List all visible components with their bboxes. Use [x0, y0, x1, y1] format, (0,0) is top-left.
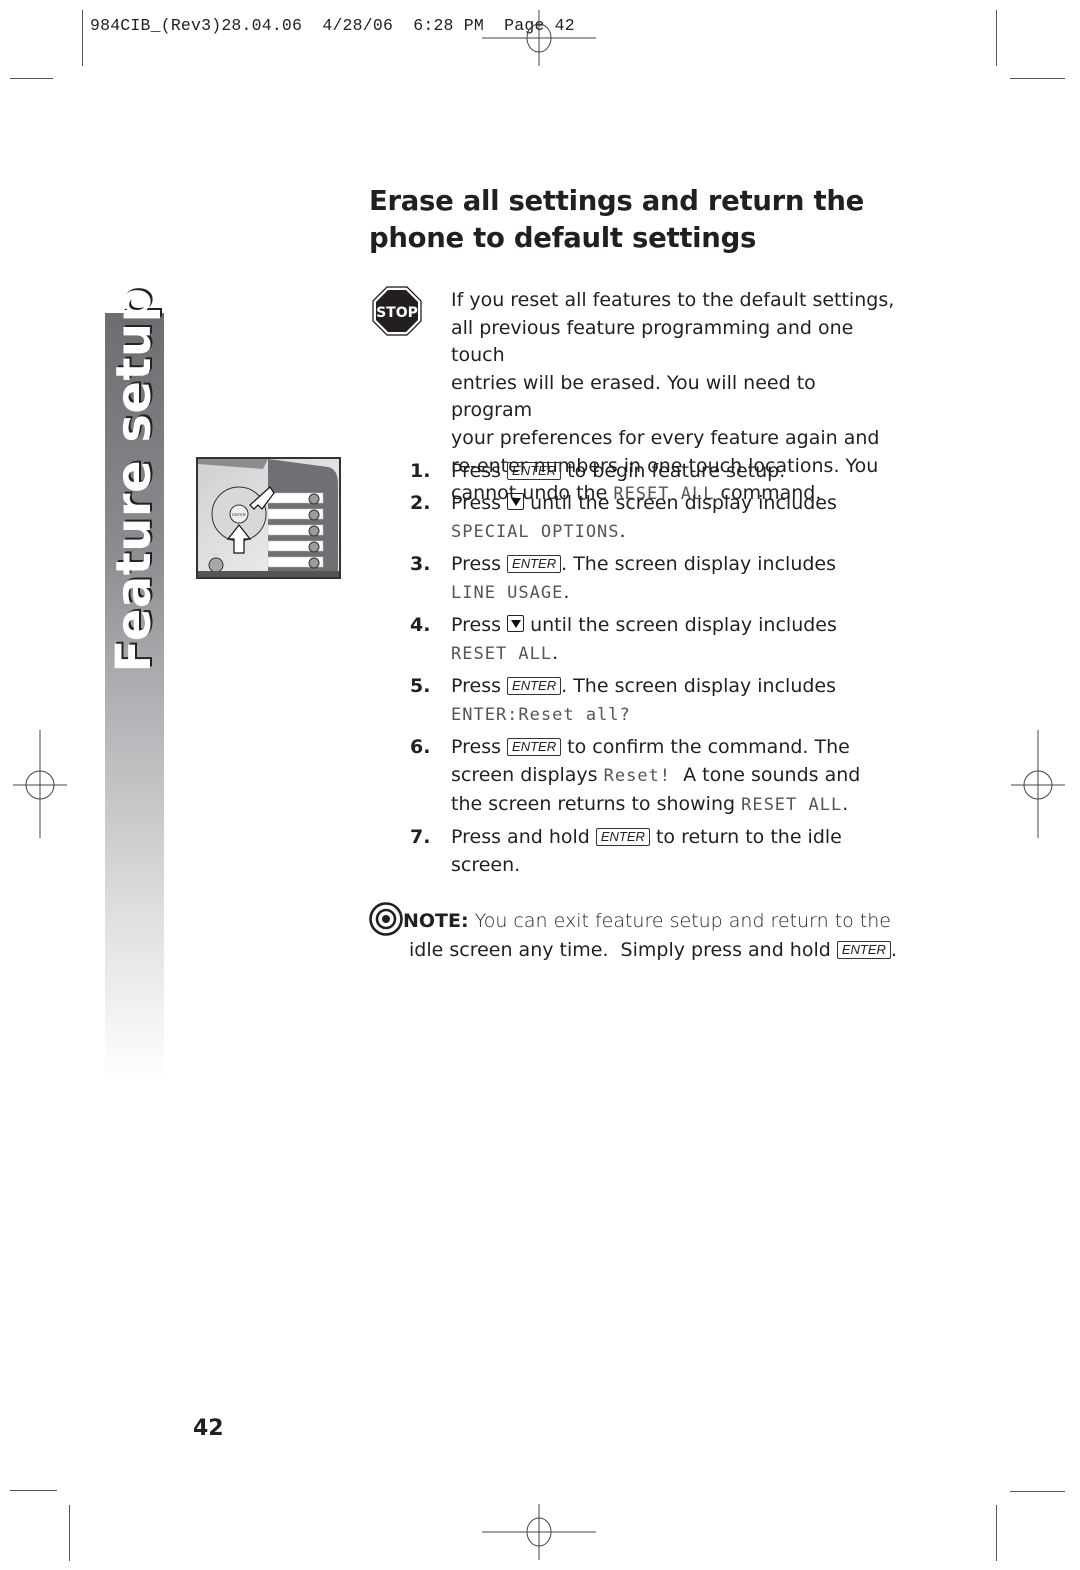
step-item: 2. Press until the screen display includ… [410, 489, 880, 546]
step-item: 6. Press ENTER to confirm the command. T… [410, 733, 880, 819]
lcd-text: LINE USAGE [451, 583, 564, 603]
text: screen. [451, 854, 521, 876]
text: to begin feature setup. [561, 460, 786, 482]
text: idle screen any time. Simply press and h… [409, 939, 837, 961]
step-item: 4. Press until the screen display includ… [410, 611, 880, 668]
step-item: 5. Press ENTER. The screen display inclu… [410, 672, 880, 729]
down-arrow-key-icon [507, 493, 525, 510]
text: . [619, 520, 626, 542]
text: until the screen display includes [524, 614, 837, 636]
warning-line: If you reset all features to the default… [451, 289, 895, 311]
crop-mark [82, 10, 83, 66]
registration-mark-icon [13, 730, 67, 838]
svg-text:ENTER: ENTER [232, 512, 246, 517]
heading-line: Erase all settings and return the [369, 185, 864, 217]
warning-line: all previous feature programming and one… [451, 316, 854, 367]
step-number: 7. [410, 826, 431, 848]
text: Press [451, 736, 508, 758]
crop-mark [69, 1505, 70, 1561]
step-item: 1. Press ENTER to begin feature setup. [410, 457, 880, 485]
crop-mark [996, 10, 997, 66]
steps-list: 1. Press ENTER to begin feature setup. 2… [410, 457, 880, 883]
step-number: 2. [410, 492, 431, 514]
down-arrow-key-icon [507, 615, 525, 632]
enter-key-icon: ENTER [507, 738, 562, 756]
lcd-text: RESET ALL [451, 644, 553, 664]
text: screen displays [451, 764, 604, 786]
note-block: NOTE: You can exit feature setup and ret… [369, 902, 899, 964]
step-number: 5. [410, 675, 431, 697]
phone-keypad-icon: ENTER [198, 459, 339, 577]
step-number: 4. [410, 614, 431, 636]
text: You can exit feature setup and return to… [468, 910, 891, 932]
lcd-text: SPECIAL OPTIONS [451, 522, 620, 542]
text: A tone sounds and [671, 764, 861, 786]
lcd-text: RESET ALL [741, 795, 843, 815]
warning-line: your preferences for every feature again… [451, 426, 880, 449]
crop-mark [1010, 1491, 1065, 1492]
section-tab-label: Feature setup [106, 287, 162, 673]
heading-line: phone to default settings [369, 222, 757, 254]
crop-mark [10, 78, 53, 79]
text: until the screen display includes [524, 492, 837, 514]
text: . [842, 793, 849, 815]
stop-sign-icon: STOP [372, 286, 422, 336]
step-item: 7. Press and hold ENTER to return to the… [410, 823, 880, 879]
step-item: 3. Press ENTER. The screen display inclu… [410, 550, 880, 607]
registration-mark-icon [1011, 730, 1065, 838]
enter-key-icon: ENTER [507, 677, 562, 695]
enter-key-icon: ENTER [507, 462, 562, 480]
step-number: 6. [410, 736, 431, 758]
step-number: 3. [410, 553, 431, 575]
target-icon [369, 902, 403, 936]
text: Press [451, 553, 508, 575]
registration-mark-icon [482, 10, 596, 66]
text: to return to the idle [649, 826, 842, 848]
text: Press [451, 492, 508, 514]
text: . [563, 581, 570, 603]
text: . The screen display includes [561, 675, 837, 697]
text: the screen returns to showing [451, 793, 742, 815]
registration-mark-icon [482, 1504, 596, 1560]
enter-key-icon: ENTER [507, 555, 562, 573]
crop-mark [10, 1490, 57, 1491]
crop-mark [1010, 78, 1065, 79]
page-number: 42 [193, 1416, 224, 1441]
text: Press [451, 614, 508, 636]
warning-line: entries will be erased. You will need to… [451, 371, 816, 422]
enter-key-icon: ENTER [595, 828, 650, 846]
text: to confirm the command. The [561, 736, 850, 758]
text: . The screen display includes [561, 553, 837, 575]
phone-illustration: ENTER [196, 457, 341, 579]
note-label: NOTE: [403, 910, 469, 932]
svg-text:STOP: STOP [376, 305, 418, 321]
text: . [890, 939, 897, 961]
text: Press [451, 675, 508, 697]
text: . [552, 642, 559, 664]
text: Press [451, 460, 508, 482]
page-heading: Erase all settings and return the phone … [369, 183, 864, 257]
enter-key-icon: ENTER [836, 941, 891, 959]
lcd-text: Reset! [603, 766, 672, 786]
step-number: 1. [410, 460, 431, 482]
text: Press and hold [451, 826, 596, 848]
crop-mark [996, 1505, 997, 1561]
lcd-text: ENTER:Reset all? [451, 705, 631, 725]
